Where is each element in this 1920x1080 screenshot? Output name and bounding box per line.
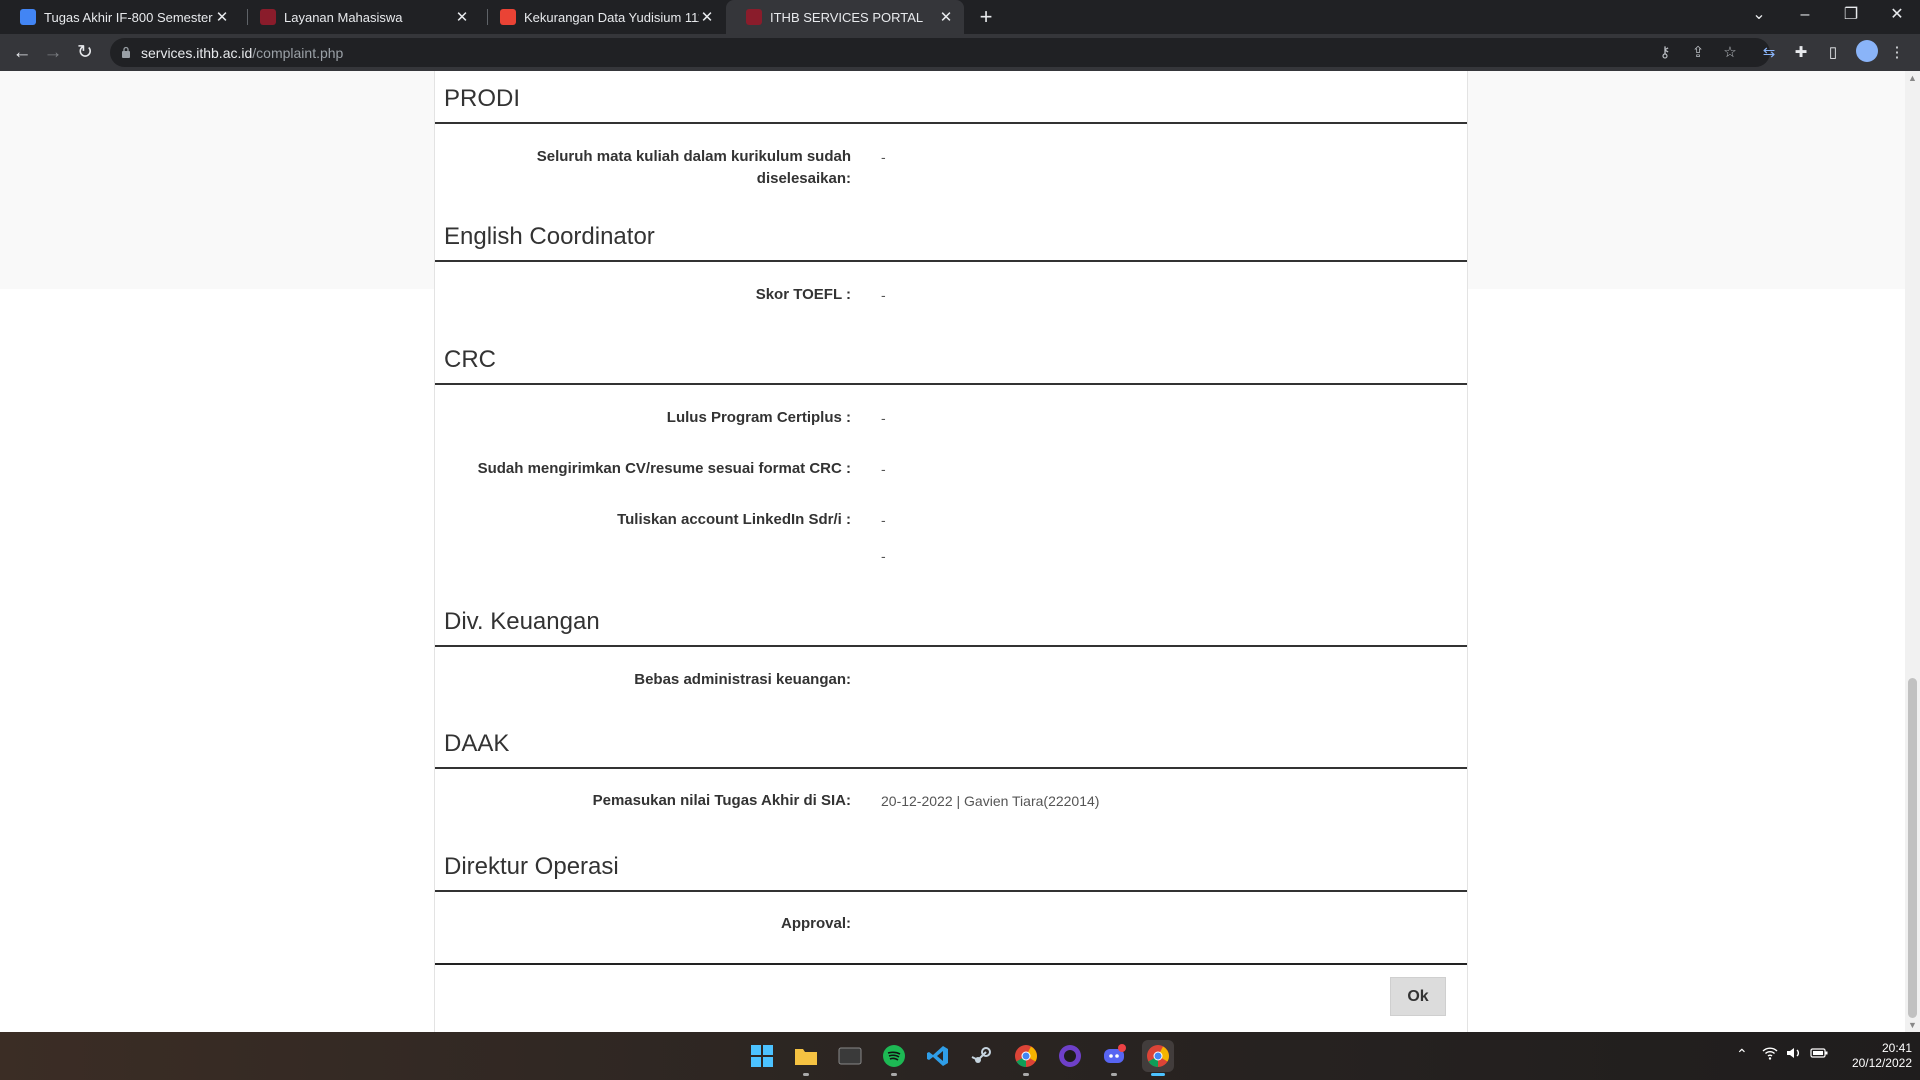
tab-tugas-akhir[interactable]: Tugas Akhir IF-800 Semester Gan ✕ bbox=[0, 0, 240, 34]
close-tab-icon[interactable]: ✕ bbox=[454, 8, 470, 26]
section-divider bbox=[435, 260, 1467, 262]
section-title-direktur-operasi: Direktur Operasi bbox=[444, 853, 619, 880]
forward-icon[interactable]: → bbox=[39, 39, 67, 67]
chrome-menu-icon[interactable]: ⋮ bbox=[1886, 42, 1908, 64]
field-value: - bbox=[881, 512, 886, 528]
scroll-up-arrow-icon[interactable]: ▲ bbox=[1908, 73, 1917, 83]
chrome-icon[interactable] bbox=[1010, 1040, 1042, 1076]
lock-icon bbox=[122, 46, 130, 58]
field-label: Tuliskan account LinkedIn Sdr/i : bbox=[617, 511, 851, 528]
section-title-english-coordinator: English Coordinator bbox=[444, 223, 655, 250]
field-label: Pemasukan nilai Tugas Akhir di SIA: bbox=[592, 792, 851, 809]
spotify-icon[interactable] bbox=[878, 1040, 910, 1076]
page-viewport: PRODI Seluruh mata kuliah dalam kurikulu… bbox=[0, 71, 1920, 1032]
tab-search-icon[interactable]: ⌄ bbox=[1736, 0, 1782, 34]
gmail-icon bbox=[500, 9, 516, 25]
tab-layanan-mahasiswa[interactable]: Layanan Mahasiswa ✕ bbox=[240, 0, 480, 34]
chrome-active-icon[interactable] bbox=[1142, 1040, 1174, 1076]
volume-icon[interactable] bbox=[1786, 1046, 1802, 1063]
ithb-logo-icon bbox=[746, 9, 762, 25]
clock-date: 20/12/2022 bbox=[1851, 1056, 1912, 1070]
translate-extension-icon[interactable]: ⇆ bbox=[1758, 42, 1780, 64]
browser-toolbar: ← → ↻ services.ithb.ac.id/complaint.php … bbox=[0, 34, 1920, 71]
windows-taskbar: ⌃ 20:41 20/12/2022 bbox=[0, 1032, 1920, 1080]
field-value: 20-12-2022 | Gavien Tiara(222014) bbox=[881, 793, 1100, 809]
field-label: Lulus Program Certiplus : bbox=[666, 409, 851, 426]
section-divider bbox=[435, 383, 1467, 385]
tab-title: Layanan Mahasiswa bbox=[284, 9, 403, 25]
scrollbar-thumb[interactable] bbox=[1908, 678, 1917, 1018]
section-title-daak: DAAK bbox=[444, 730, 510, 757]
extensions-puzzle-icon[interactable]: ✚ bbox=[1790, 42, 1812, 64]
section-divider bbox=[435, 767, 1467, 769]
new-tab-icon[interactable]: + bbox=[972, 4, 1000, 30]
url-text[interactable]: services.ithb.ac.id/complaint.php bbox=[141, 45, 343, 61]
share-icon[interactable]: ⇪ bbox=[1688, 43, 1708, 63]
close-tab-icon[interactable]: ✕ bbox=[214, 8, 230, 26]
minimize-icon[interactable]: – bbox=[1782, 0, 1828, 34]
bookmark-star-icon[interactable]: ☆ bbox=[1720, 43, 1740, 63]
tab-title: Kekurangan Data Yudisium 1118 bbox=[524, 9, 699, 25]
footer-divider bbox=[435, 963, 1467, 965]
section-title-crc: CRC bbox=[444, 346, 496, 373]
password-key-icon[interactable]: ⚷ bbox=[1655, 43, 1675, 63]
tab-gmail-kekurangan-data[interactable]: Kekurangan Data Yudisium 1118 ✕ bbox=[480, 0, 725, 34]
field-value: - bbox=[881, 461, 886, 477]
ok-button[interactable]: Ok bbox=[1390, 977, 1446, 1016]
google-classroom-icon bbox=[20, 9, 36, 25]
section-divider bbox=[435, 122, 1467, 124]
github-desktop-icon[interactable] bbox=[1054, 1040, 1086, 1072]
field-label: Bebas administrasi keuangan: bbox=[634, 671, 851, 688]
discord-icon[interactable] bbox=[1098, 1040, 1130, 1076]
windows-start-icon[interactable] bbox=[746, 1040, 778, 1072]
system-clock[interactable]: 20:41 20/12/2022 bbox=[1836, 1041, 1912, 1071]
back-icon[interactable]: ← bbox=[8, 39, 36, 67]
close-window-icon[interactable]: ✕ bbox=[1874, 0, 1920, 34]
section-divider bbox=[435, 890, 1467, 892]
field-value: - bbox=[881, 287, 886, 303]
section-title-div-keuangan: Div. Keuangan bbox=[444, 608, 600, 635]
clock-time: 20:41 bbox=[1881, 1041, 1912, 1055]
field-label: Sudah mengirimkan CV/resume sesuai forma… bbox=[477, 460, 851, 477]
section-title-prodi: PRODI bbox=[444, 85, 521, 112]
ithb-logo-icon bbox=[260, 9, 276, 25]
vscode-icon[interactable] bbox=[922, 1040, 954, 1072]
tab-title: Tugas Akhir IF-800 Semester Gan bbox=[44, 9, 214, 25]
file-explorer-icon[interactable] bbox=[790, 1040, 822, 1076]
address-bar[interactable]: services.ithb.ac.id/complaint.php ⚷ ⇪ ☆ bbox=[110, 38, 1770, 67]
profile-avatar[interactable] bbox=[1856, 40, 1878, 62]
tab-title: ITHB SERVICES PORTAL bbox=[770, 9, 924, 25]
field-value: - bbox=[881, 410, 886, 426]
wifi-icon[interactable] bbox=[1762, 1046, 1778, 1063]
show-hidden-icons-icon[interactable]: ⌃ bbox=[1736, 1046, 1748, 1063]
section-divider bbox=[435, 645, 1467, 647]
browser-tab-strip: Tugas Akhir IF-800 Semester Gan ✕ Layana… bbox=[0, 0, 1920, 34]
field-value: - bbox=[881, 548, 886, 564]
terminal-icon[interactable] bbox=[834, 1040, 866, 1072]
page-scrollbar[interactable]: ▲ ▼ bbox=[1905, 71, 1920, 1032]
field-label: Seluruh mata kuliah dalam kurikulum suda… bbox=[536, 148, 851, 187]
close-tab-icon[interactable]: ✕ bbox=[938, 8, 954, 26]
restore-icon[interactable]: ❐ bbox=[1828, 0, 1874, 34]
complaint-detail-panel: PRODI Seluruh mata kuliah dalam kurikulu… bbox=[434, 71, 1468, 1032]
scroll-down-arrow-icon[interactable]: ▼ bbox=[1908, 1020, 1917, 1030]
side-panel-icon[interactable]: ▯ bbox=[1822, 42, 1844, 64]
steam-icon[interactable] bbox=[966, 1040, 998, 1072]
battery-icon[interactable] bbox=[1810, 1046, 1828, 1062]
close-tab-icon[interactable]: ✕ bbox=[699, 8, 715, 26]
field-label: Approval: bbox=[780, 915, 851, 932]
reload-icon[interactable]: ↻ bbox=[71, 39, 99, 67]
field-label: Skor TOEFL : bbox=[755, 286, 851, 303]
tab-ithb-services-portal[interactable]: ITHB SERVICES PORTAL ✕ bbox=[726, 0, 964, 34]
field-value: - bbox=[881, 149, 886, 165]
